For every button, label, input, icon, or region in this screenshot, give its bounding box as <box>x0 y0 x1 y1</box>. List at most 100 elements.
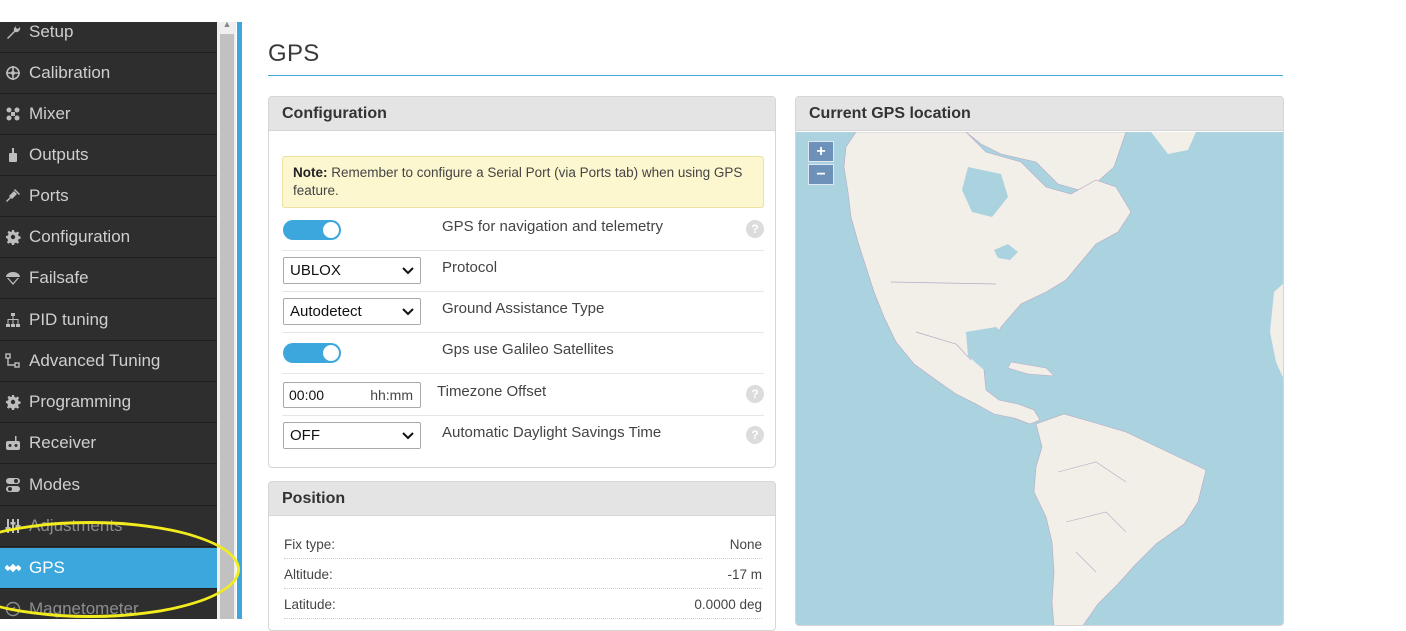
tree-icon <box>4 352 22 370</box>
timezone-value: 00:00 <box>289 387 325 403</box>
sidebar-item-label: Failsafe <box>29 268 89 287</box>
ground-assist-select[interactable]: Autodetect <box>283 298 421 325</box>
sidebar-item-label: Setup <box>29 22 74 41</box>
sidebar-item-label: PID tuning <box>29 310 109 329</box>
protocol-value: UBLOX <box>290 262 341 279</box>
sidebar-item-label: Mixer <box>29 104 71 123</box>
sidebar-item-modes[interactable]: Modes <box>0 465 217 506</box>
sidebar-item-receiver[interactable]: Receiver <box>0 423 217 464</box>
gear-icon <box>4 228 22 246</box>
note-text: Remember to configure a Serial Port (via… <box>293 165 743 198</box>
sidebar-item-advanced-tuning[interactable]: Advanced Tuning <box>0 341 217 382</box>
sidebar-item-label: Advanced Tuning <box>29 351 161 370</box>
sidebar-item-label: Adjustments <box>29 516 123 535</box>
gps-nav-label: GPS for navigation and telemetry <box>442 218 663 235</box>
dst-row: OFF Automatic Daylight Savings Time ? <box>282 416 764 457</box>
galileo-label: Gps use Galileo Satellites <box>442 341 614 358</box>
panel-title: Position <box>269 482 775 516</box>
timezone-row: 00:00 hh:mm Timezone Offset ? <box>282 375 764 416</box>
sidebar-item-calibration[interactable]: Calibration <box>0 53 217 94</box>
motor-icon <box>4 146 22 164</box>
serial-port-note: Note: Remember to configure a Serial Por… <box>282 156 764 208</box>
gps-nav-toggle[interactable] <box>283 220 341 240</box>
sidebar-item-label: Outputs <box>29 145 89 164</box>
altitude-label: Altitude: <box>284 567 333 582</box>
latitude-value: 0.0000 deg <box>694 597 762 612</box>
toggle-knob <box>322 221 340 239</box>
dst-value: OFF <box>290 427 320 444</box>
sidebar-item-mixer[interactable]: Mixer <box>0 94 217 135</box>
ground-assist-label: Ground Assistance Type <box>442 300 605 317</box>
altitude-row: Altitude: -17 m <box>284 559 762 589</box>
sidebar-item-pid-tuning[interactable]: PID tuning <box>0 300 217 341</box>
timezone-unit: hh:mm <box>370 387 413 403</box>
sidebar-item-programming[interactable]: Programming <box>0 382 217 423</box>
panel-title: Configuration <box>269 97 775 131</box>
sidebar-item-ports[interactable]: Ports <box>0 176 217 217</box>
latitude-row: Latitude: 0.0000 deg <box>284 589 762 619</box>
sidebar-item-gps[interactable]: GPS <box>0 548 217 589</box>
protocol-label: Protocol <box>442 259 498 276</box>
sidebar-item-label: Configuration <box>29 227 131 246</box>
sidebar-item-magnetometer[interactable]: Magnetometer <box>0 589 217 619</box>
dst-select[interactable]: OFF <box>283 422 421 449</box>
sliders-icon <box>4 517 22 535</box>
note-label: Note: <box>293 165 328 180</box>
timezone-label: Timezone Offset <box>437 383 547 400</box>
satellite-icon <box>4 559 22 577</box>
sidebar-item-label: Calibration <box>29 63 111 82</box>
toggle-icon <box>4 476 22 494</box>
galileo-toggle[interactable] <box>283 343 341 363</box>
help-icon[interactable]: ? <box>746 220 764 238</box>
wrench-icon <box>4 23 22 41</box>
sidebar-item-label: Modes <box>29 475 81 494</box>
plug-icon <box>4 187 22 205</box>
toggle-knob <box>322 344 340 362</box>
sidebar-item-setup[interactable]: Setup <box>0 22 217 53</box>
help-icon[interactable]: ? <box>746 426 764 444</box>
hierarchy-icon <box>4 311 22 329</box>
chevron-down-icon <box>402 258 414 293</box>
title-divider <box>268 75 1283 76</box>
sidebar-item-label: Programming <box>29 392 132 411</box>
protocol-row: UBLOX Protocol <box>282 251 764 292</box>
protocol-select[interactable]: UBLOX <box>283 257 421 284</box>
sidebar-item-label: GPS <box>29 558 65 577</box>
altitude-value: -17 m <box>727 567 762 582</box>
sidebar-item-label: Magnetometer <box>29 599 139 618</box>
gps-location-panel: Current GPS location + − <box>795 96 1284 626</box>
scroll-up-arrow-icon[interactable]: ▲ <box>220 19 234 31</box>
latitude-label: Latitude: <box>284 597 336 612</box>
gps-map[interactable]: + − <box>796 132 1283 625</box>
parachute-icon <box>4 269 22 287</box>
accent-divider <box>237 22 242 619</box>
configuration-panel: Configuration Note: Remember to configur… <box>268 96 776 468</box>
world-map-image <box>796 132 1283 625</box>
sidebar-item-label: Receiver <box>29 433 97 452</box>
fix-type-row: Fix type: None <box>284 529 762 559</box>
chevron-down-icon <box>402 299 414 334</box>
dst-label: Automatic Daylight Savings Time <box>442 424 662 441</box>
sidebar-item-failsafe[interactable]: Failsafe <box>0 258 217 299</box>
panel-title: Current GPS location <box>796 97 1283 131</box>
sidebar-item-adjustments[interactable]: Adjustments <box>0 506 217 547</box>
ground-assist-row: Autodetect Ground Assistance Type <box>282 292 764 333</box>
compass-icon <box>4 600 22 618</box>
fix-type-label: Fix type: <box>284 537 336 552</box>
zoom-in-button[interactable]: + <box>808 141 834 162</box>
sidebar-item-configuration[interactable]: Configuration <box>0 217 217 258</box>
position-panel: Position Fix type: None Altitude: -17 m … <box>268 481 776 631</box>
gear-icon <box>4 393 22 411</box>
scrollbar-thumb[interactable] <box>220 34 234 619</box>
zoom-out-button[interactable]: − <box>808 164 834 185</box>
sidebar-item-label: Ports <box>29 186 69 205</box>
ground-assist-value: Autodetect <box>290 303 362 320</box>
sidebar-nav: Setup Calibration Mixer Outputs Ports Co… <box>0 22 217 619</box>
sidebar-item-outputs[interactable]: Outputs <box>0 135 217 176</box>
fix-type-value: None <box>729 537 762 552</box>
timezone-input[interactable]: 00:00 hh:mm <box>283 382 421 408</box>
page-title: GPS <box>268 40 320 67</box>
help-icon[interactable]: ? <box>746 385 764 403</box>
gps-nav-row: GPS for navigation and telemetry ? <box>282 210 764 251</box>
receiver-icon <box>4 434 22 452</box>
